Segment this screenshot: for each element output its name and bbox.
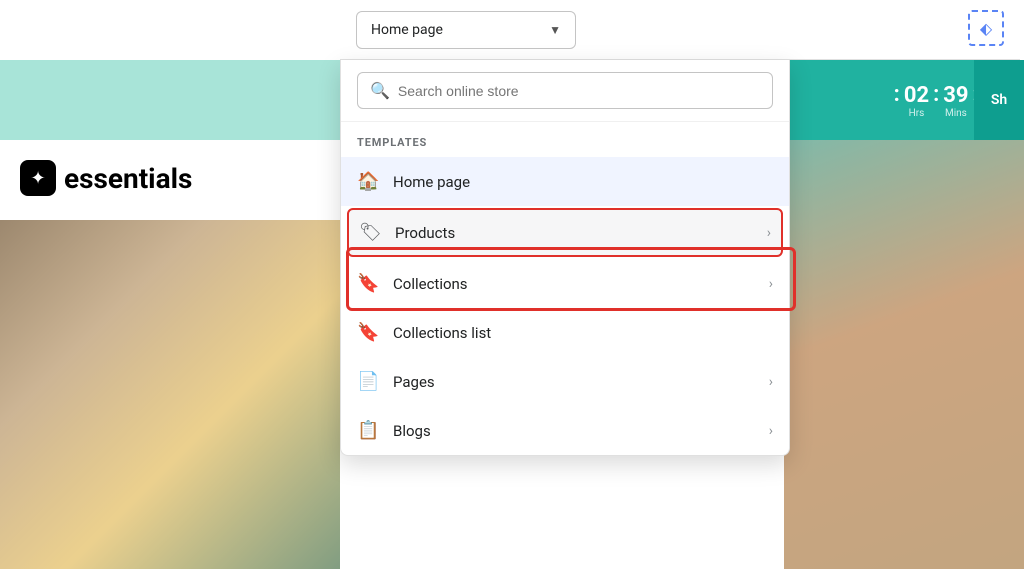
- dropdown-panel: 🔍 TEMPLATES 🏠 Home page 🏷 Products › 🔖 C…: [340, 60, 790, 456]
- timer-colon-2: :: [933, 82, 939, 119]
- menu-item-home-label: Home page: [393, 173, 773, 191]
- timer-colon-1: :: [894, 82, 900, 119]
- timer-hours-label: Hrs: [909, 108, 925, 119]
- chevron-down-icon: ▼: [549, 23, 561, 37]
- timer-hours-group: 02 Hrs: [904, 83, 929, 119]
- menu-item-products[interactable]: 🏷 Products ›: [347, 208, 783, 257]
- search-input-wrap[interactable]: 🔍: [357, 72, 773, 109]
- menu-item-home-page[interactable]: 🏠 Home page: [341, 157, 789, 206]
- menu-item-collections-label: Collections: [393, 275, 755, 293]
- store-logo-area: ✦ essentials: [20, 160, 192, 196]
- menu-item-pages[interactable]: 📄 Pages ›: [341, 357, 789, 406]
- search-input[interactable]: [398, 83, 760, 99]
- tag-icon: 🏷: [359, 222, 381, 243]
- chevron-right-icon-4: ›: [769, 423, 773, 439]
- timer-hours-value: 02: [904, 83, 929, 108]
- blog-icon: 📋: [357, 420, 379, 441]
- cursor-tool-icon[interactable]: ⬖: [968, 10, 1004, 46]
- store-teal-header: [0, 60, 340, 140]
- menu-item-blogs-label: Blogs: [393, 422, 755, 440]
- timer-mins-label: Mins: [945, 108, 967, 119]
- menu-item-collections-list[interactable]: 🔖 Collections list: [341, 308, 789, 357]
- menu-item-collections-list-label: Collections list: [393, 324, 773, 342]
- search-bar: 🔍: [341, 60, 789, 122]
- search-icon: 🔍: [370, 81, 390, 100]
- menu-item-blogs[interactable]: 📋 Blogs ›: [341, 406, 789, 455]
- dropdown-bar: Home page ▼ ⬖: [340, 0, 1020, 60]
- menu-item-collections[interactable]: 🔖 Collections ›: [341, 259, 789, 308]
- logo-icon: ✦: [20, 160, 56, 196]
- timer-action-button[interactable]: Sh: [974, 60, 1024, 140]
- chevron-right-icon: ›: [767, 225, 771, 241]
- chevron-right-icon-3: ›: [769, 374, 773, 390]
- home-icon: 🏠: [357, 171, 379, 192]
- page-selector-button[interactable]: Home page ▼: [356, 11, 576, 49]
- page-icon: 📄: [357, 371, 379, 392]
- templates-section-label: TEMPLATES: [341, 122, 789, 157]
- page-selector-label: Home page: [371, 22, 443, 38]
- menu-item-pages-label: Pages: [393, 373, 755, 391]
- collection-list-icon: 🔖: [357, 322, 379, 343]
- timer-mins-group: 39 Mins: [943, 83, 968, 119]
- collection-icon: 🔖: [357, 273, 379, 294]
- menu-item-products-label: Products: [395, 224, 753, 242]
- logo-text: essentials: [64, 162, 192, 195]
- chevron-right-icon-2: ›: [769, 276, 773, 292]
- timer-mins-value: 39: [943, 83, 968, 108]
- bg-food-image-left: [0, 220, 340, 569]
